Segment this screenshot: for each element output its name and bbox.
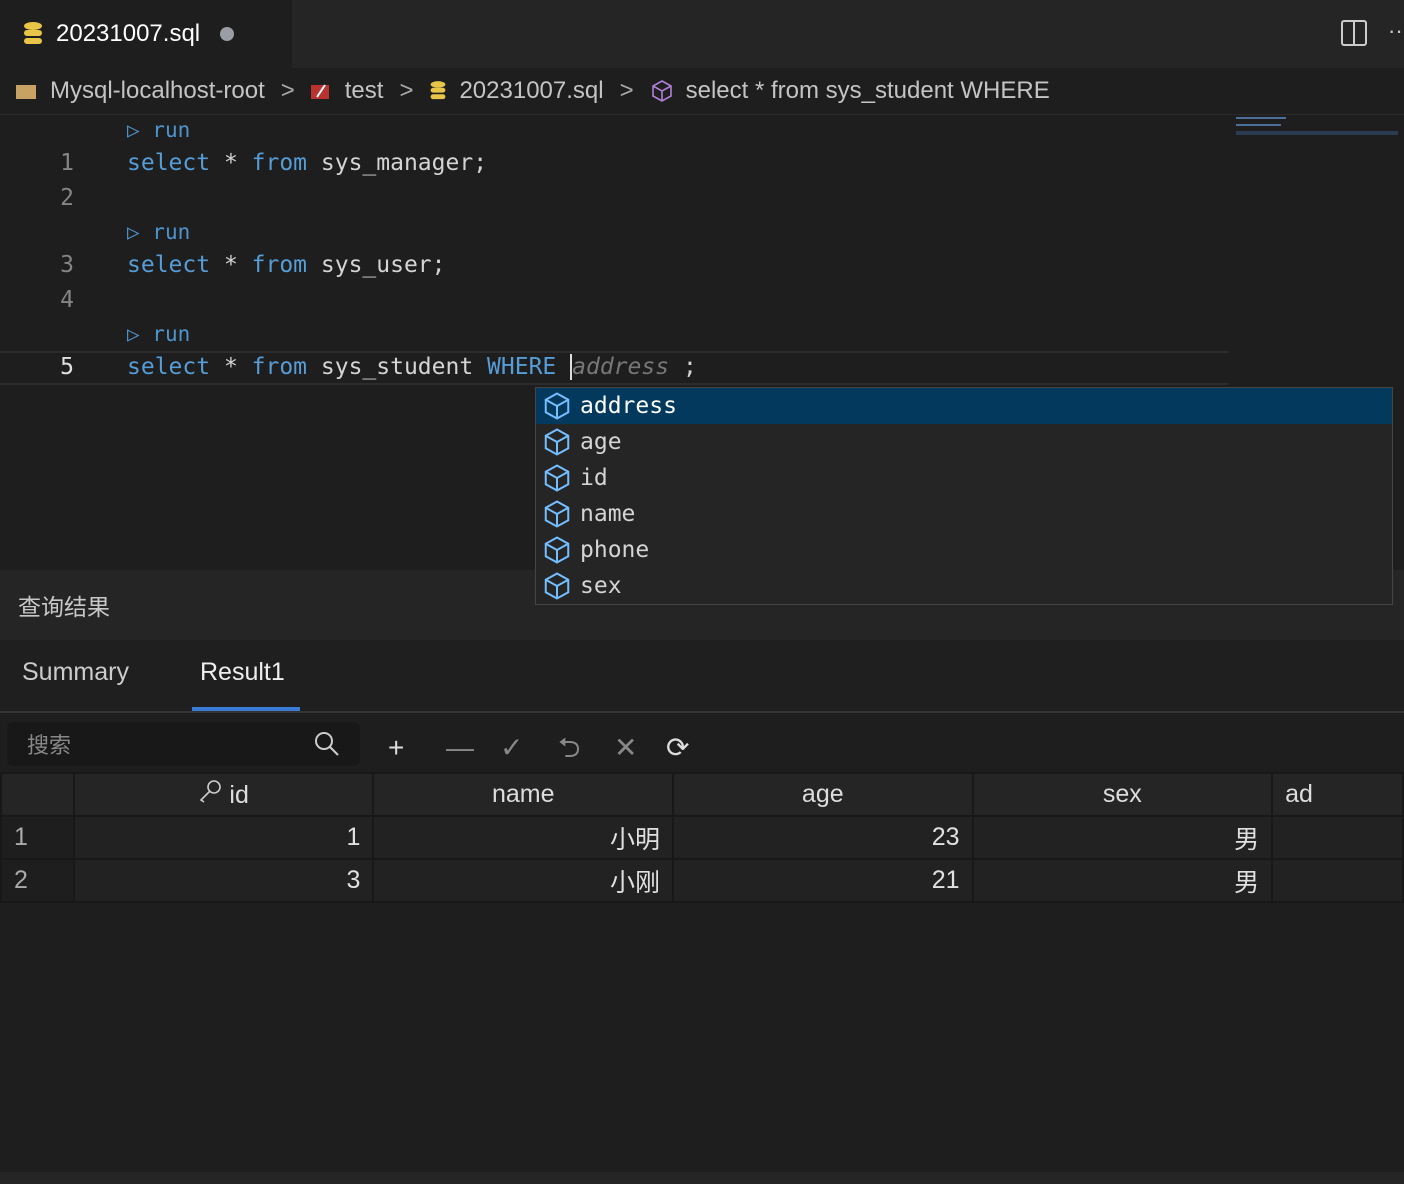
status-strip: [0, 1172, 1404, 1184]
search-input[interactable]: 搜索: [7, 722, 360, 766]
table-cell[interactable]: 小明: [372, 815, 675, 860]
refresh-icon[interactable]: ⟳: [666, 733, 689, 763]
suggestion-label: id: [580, 465, 608, 491]
breadcrumb-item[interactable]: Mysql-localhost-root: [50, 77, 265, 105]
revert-icon[interactable]: ⮌: [558, 733, 580, 763]
editor-tab[interactable]: 20231007.sql: [0, 0, 292, 68]
run-codelens[interactable]: ▷ run: [127, 118, 190, 142]
commit-icon[interactable]: ✓: [500, 733, 523, 763]
line-number: 4: [60, 287, 74, 313]
cube-icon: [544, 572, 570, 600]
line-number: 2: [60, 185, 74, 211]
tab-result1[interactable]: Result1: [200, 658, 285, 687]
row-number-header: [0, 772, 75, 817]
code-line: select * from sys_manager;: [127, 150, 488, 176]
suggestion-item[interactable]: address: [536, 388, 1392, 424]
column-header[interactable]: id: [72, 772, 375, 817]
table-cell[interactable]: 男: [971, 815, 1274, 860]
suggestion-label: phone: [580, 537, 650, 563]
suggestion-item[interactable]: id: [536, 460, 1392, 496]
tab-title: 20231007.sql: [56, 20, 201, 47]
add-row-icon[interactable]: +: [388, 733, 404, 763]
cube-icon: [544, 500, 570, 528]
table-cell[interactable]: 3: [72, 858, 375, 903]
tab-summary[interactable]: Summary: [22, 658, 129, 687]
remove-row-icon[interactable]: —: [446, 733, 474, 763]
suggestion-label: age: [580, 429, 622, 455]
suggestion-item[interactable]: name: [536, 496, 1392, 532]
suggestion-label: sex: [580, 573, 622, 599]
row-number[interactable]: 2: [0, 858, 75, 903]
primary-key-icon: [200, 780, 222, 803]
database-icon: [24, 22, 42, 44]
run-codelens[interactable]: ▷ run: [127, 322, 190, 346]
line-number: 3: [60, 252, 74, 278]
database-icon: [431, 81, 446, 100]
cube-icon: [544, 392, 570, 420]
table-cell[interactable]: 男: [971, 858, 1274, 903]
schema-icon: [310, 84, 329, 99]
split-editor-icon[interactable]: [1341, 20, 1367, 46]
suggestion-item[interactable]: phone: [536, 532, 1392, 568]
column-header[interactable]: sex: [971, 772, 1274, 817]
cancel-icon[interactable]: ✕: [614, 733, 637, 763]
breadcrumb: Mysql-localhost-root > test > 20231007.sql…: [0, 68, 1404, 115]
code-line: select * from sys_student WHERE address …: [127, 354, 697, 380]
column-header[interactable]: ad: [1271, 772, 1404, 817]
breadcrumb-item[interactable]: 20231007.sql: [459, 77, 603, 105]
suggestion-label: name: [580, 501, 636, 527]
table-cell[interactable]: 21: [672, 858, 974, 903]
table-row[interactable]: 2 3 小刚 21 男: [0, 858, 1404, 903]
more-actions-icon[interactable]: ··: [1388, 18, 1403, 44]
table-cell[interactable]: 小刚: [372, 858, 675, 903]
suggestion-item[interactable]: age: [536, 424, 1392, 460]
table-cell[interactable]: [1271, 858, 1404, 903]
unsaved-dot-icon[interactable]: [220, 27, 235, 41]
results-tabs: Summary Result1: [0, 640, 1404, 713]
suggestion-label: address: [580, 393, 677, 419]
breadcrumb-item[interactable]: select * from sys_student WHERE: [686, 77, 1050, 105]
cube-icon: [544, 464, 570, 492]
panel-title: 查询结果: [18, 594, 110, 620]
minimap[interactable]: [1236, 116, 1398, 136]
inline-suggestion: address: [572, 354, 670, 380]
run-codelens[interactable]: ▷ run: [127, 220, 190, 244]
cube-icon: [544, 536, 570, 564]
suggest-widget[interactable]: address age id name phone sex: [535, 387, 1393, 605]
table-row[interactable]: 1 1 小明 23 男: [0, 815, 1404, 860]
tab-bar: 20231007.sql ··: [0, 0, 1404, 68]
search-placeholder: 搜索: [27, 733, 72, 758]
line-number: 1: [60, 150, 74, 176]
line-number: 5: [60, 354, 74, 380]
table-cell[interactable]: 23: [672, 815, 974, 860]
column-header[interactable]: age: [672, 772, 974, 817]
search-icon[interactable]: [314, 731, 340, 757]
row-number[interactable]: 1: [0, 815, 75, 860]
folder-icon: [16, 85, 36, 99]
breadcrumb-item[interactable]: test: [345, 77, 384, 105]
suggestion-item[interactable]: sex: [536, 568, 1392, 604]
table-cell[interactable]: [1271, 815, 1404, 860]
table-cell[interactable]: 1: [72, 815, 375, 860]
active-tab-indicator: [192, 707, 300, 711]
code-line: select * from sys_user;: [127, 252, 446, 278]
cube-icon: [544, 428, 570, 456]
column-header[interactable]: name: [372, 772, 675, 817]
result-table: id name age sex ad 1 1 小明 23 男 2 3 小刚 21 男: [0, 772, 1404, 903]
cube-icon: [651, 80, 672, 102]
